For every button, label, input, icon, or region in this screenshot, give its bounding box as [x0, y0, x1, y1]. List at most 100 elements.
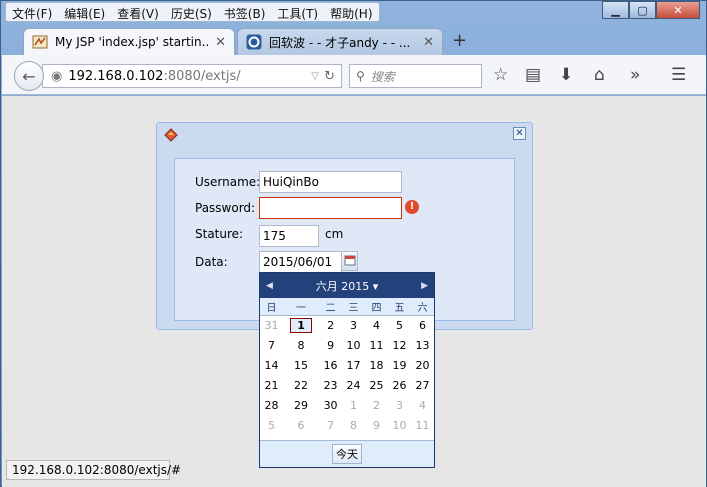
- calendar-day-number: 14: [264, 358, 279, 372]
- menu-help[interactable]: 帮助(H): [324, 3, 378, 21]
- maximize-button[interactable]: ▢: [629, 1, 656, 19]
- calendar-day[interactable]: 12: [388, 335, 411, 355]
- tab-blog[interactable]: 回软波 - - 才子andy - - ... ✕: [237, 28, 443, 55]
- prev-month-icon[interactable]: ◀: [266, 281, 273, 291]
- calendar-day[interactable]: 15: [283, 355, 319, 375]
- close-icon[interactable]: ✕: [513, 127, 526, 140]
- close-tab-icon[interactable]: ✕: [423, 35, 434, 50]
- menu-bookmarks[interactable]: 书签(B): [218, 3, 272, 21]
- calendar-day-number: 10: [346, 338, 361, 352]
- close-window-button[interactable]: ✕: [656, 1, 700, 19]
- calendar-day-number: 24: [346, 378, 361, 392]
- calendar-day[interactable]: 11: [365, 335, 388, 355]
- calendar-day[interactable]: 8: [283, 335, 319, 355]
- bookmark-star-icon[interactable]: ☆: [493, 65, 508, 85]
- calendar-week-row: 21 22 23 24 25 26 27: [260, 375, 434, 395]
- password-field[interactable]: [259, 197, 402, 219]
- url-bar[interactable]: ◉ 192.168.0.102 :8080/extjs/ ▽ ↻: [42, 64, 342, 88]
- calendar-day[interactable]: 3: [388, 395, 411, 415]
- minimize-button[interactable]: ▁: [602, 1, 629, 19]
- calendar-day[interactable]: 1: [283, 315, 319, 335]
- calendar-day[interactable]: 14: [260, 355, 283, 375]
- calendar-day[interactable]: 8: [342, 415, 365, 435]
- back-arrow-icon: ←: [22, 66, 36, 86]
- calendar-day[interactable]: 30: [319, 395, 342, 415]
- calendar-day[interactable]: 4: [365, 315, 388, 335]
- calendar-day[interactable]: 29: [283, 395, 319, 415]
- today-button[interactable]: 今天: [332, 444, 362, 464]
- date-field[interactable]: 2015/06/01: [259, 251, 342, 273]
- calendar-day-number: 12: [392, 338, 407, 352]
- calendar-day[interactable]: 17: [342, 355, 365, 375]
- calendar-day-number: 2: [373, 398, 380, 412]
- status-bar: 192.168.0.102:8080/extjs/#: [6, 460, 181, 480]
- month-year-button[interactable]: 六月 2015 ▾: [316, 278, 379, 294]
- home-icon[interactable]: ⌂: [594, 65, 605, 85]
- calendar-day[interactable]: 22: [283, 375, 319, 395]
- calendar-day[interactable]: 24: [342, 375, 365, 395]
- url-dropdown-icon[interactable]: ▽: [311, 71, 319, 82]
- error-icon: !: [405, 200, 419, 214]
- calendar-day-number: 10: [392, 418, 407, 432]
- username-field[interactable]: HuiQinBo: [259, 171, 402, 193]
- calendar-day[interactable]: 2: [319, 315, 342, 335]
- menu-tools[interactable]: 工具(T): [271, 3, 324, 21]
- calendar-day-number: 6: [418, 318, 426, 332]
- calendar-day[interactable]: 31: [260, 315, 283, 335]
- calendar-day-number: 11: [369, 338, 384, 352]
- url-path: :8080/extjs/: [163, 68, 241, 84]
- weekday-header: 四: [365, 298, 388, 316]
- calendar-day[interactable]: 25: [365, 375, 388, 395]
- calendar-day[interactable]: 11: [411, 415, 434, 435]
- calendar-day[interactable]: 2: [365, 395, 388, 415]
- menu-file[interactable]: 文件(F): [6, 3, 58, 21]
- calendar-day[interactable]: 9: [365, 415, 388, 435]
- calendar-day[interactable]: 26: [388, 375, 411, 395]
- calendar-trigger-button[interactable]: [341, 251, 358, 271]
- back-button[interactable]: ←: [14, 61, 44, 91]
- calendar-day[interactable]: 3: [342, 315, 365, 335]
- calendar-day[interactable]: 4: [411, 395, 434, 415]
- menu-edit[interactable]: 编辑(E): [58, 3, 111, 21]
- calendar-day-number: 9: [327, 338, 335, 352]
- search-input[interactable]: ⚲ 搜索: [349, 64, 482, 88]
- overflow-chevron-icon[interactable]: »: [630, 65, 640, 85]
- weekday-header: 五: [387, 298, 411, 316]
- calendar-day[interactable]: 10: [388, 415, 411, 435]
- close-tab-icon[interactable]: ✕: [215, 35, 226, 50]
- tab-title: 回软波 - - 才子andy - - ...: [269, 35, 411, 50]
- calendar-day[interactable]: 6: [411, 315, 434, 335]
- calendar-day[interactable]: 1: [342, 395, 365, 415]
- calendar-day[interactable]: 13: [411, 335, 434, 355]
- calendar-day-number: 3: [350, 318, 358, 332]
- calendar-day-number: 15: [294, 358, 309, 372]
- calendar-day-number: 21: [264, 378, 279, 392]
- calendar-day[interactable]: 21: [260, 375, 283, 395]
- reload-icon[interactable]: ↻: [324, 69, 335, 84]
- calendar-day-number: 4: [418, 398, 426, 412]
- calendar-day[interactable]: 28: [260, 395, 283, 415]
- new-tab-icon[interactable]: +: [452, 30, 467, 51]
- calendar-day[interactable]: 18: [365, 355, 388, 375]
- calendar-day[interactable]: 23: [319, 375, 342, 395]
- calendar-day[interactable]: 20: [411, 355, 434, 375]
- calendar-day[interactable]: 6: [283, 415, 319, 435]
- stature-field[interactable]: 175: [259, 225, 319, 247]
- calendar-day-number: 19: [392, 358, 407, 372]
- menu-hamburger-icon[interactable]: ☰: [671, 65, 686, 85]
- calendar-day[interactable]: 5: [260, 415, 283, 435]
- reading-list-icon[interactable]: ▤: [525, 65, 541, 85]
- calendar-day[interactable]: 19: [388, 355, 411, 375]
- calendar-day[interactable]: 7: [260, 335, 283, 355]
- next-month-icon[interactable]: ▶: [421, 281, 428, 291]
- calendar-day[interactable]: 27: [411, 375, 434, 395]
- menu-view[interactable]: 查看(V): [111, 3, 165, 21]
- calendar-day[interactable]: 10: [342, 335, 365, 355]
- calendar-day[interactable]: 7: [319, 415, 342, 435]
- calendar-day[interactable]: 16: [319, 355, 342, 375]
- calendar-day[interactable]: 5: [388, 315, 411, 335]
- calendar-day[interactable]: 9: [319, 335, 342, 355]
- menu-history[interactable]: 历史(S): [165, 3, 218, 21]
- download-icon[interactable]: ⬇: [559, 65, 573, 85]
- tab-jsp[interactable]: My JSP 'index.jsp' startin... ✕: [23, 28, 235, 55]
